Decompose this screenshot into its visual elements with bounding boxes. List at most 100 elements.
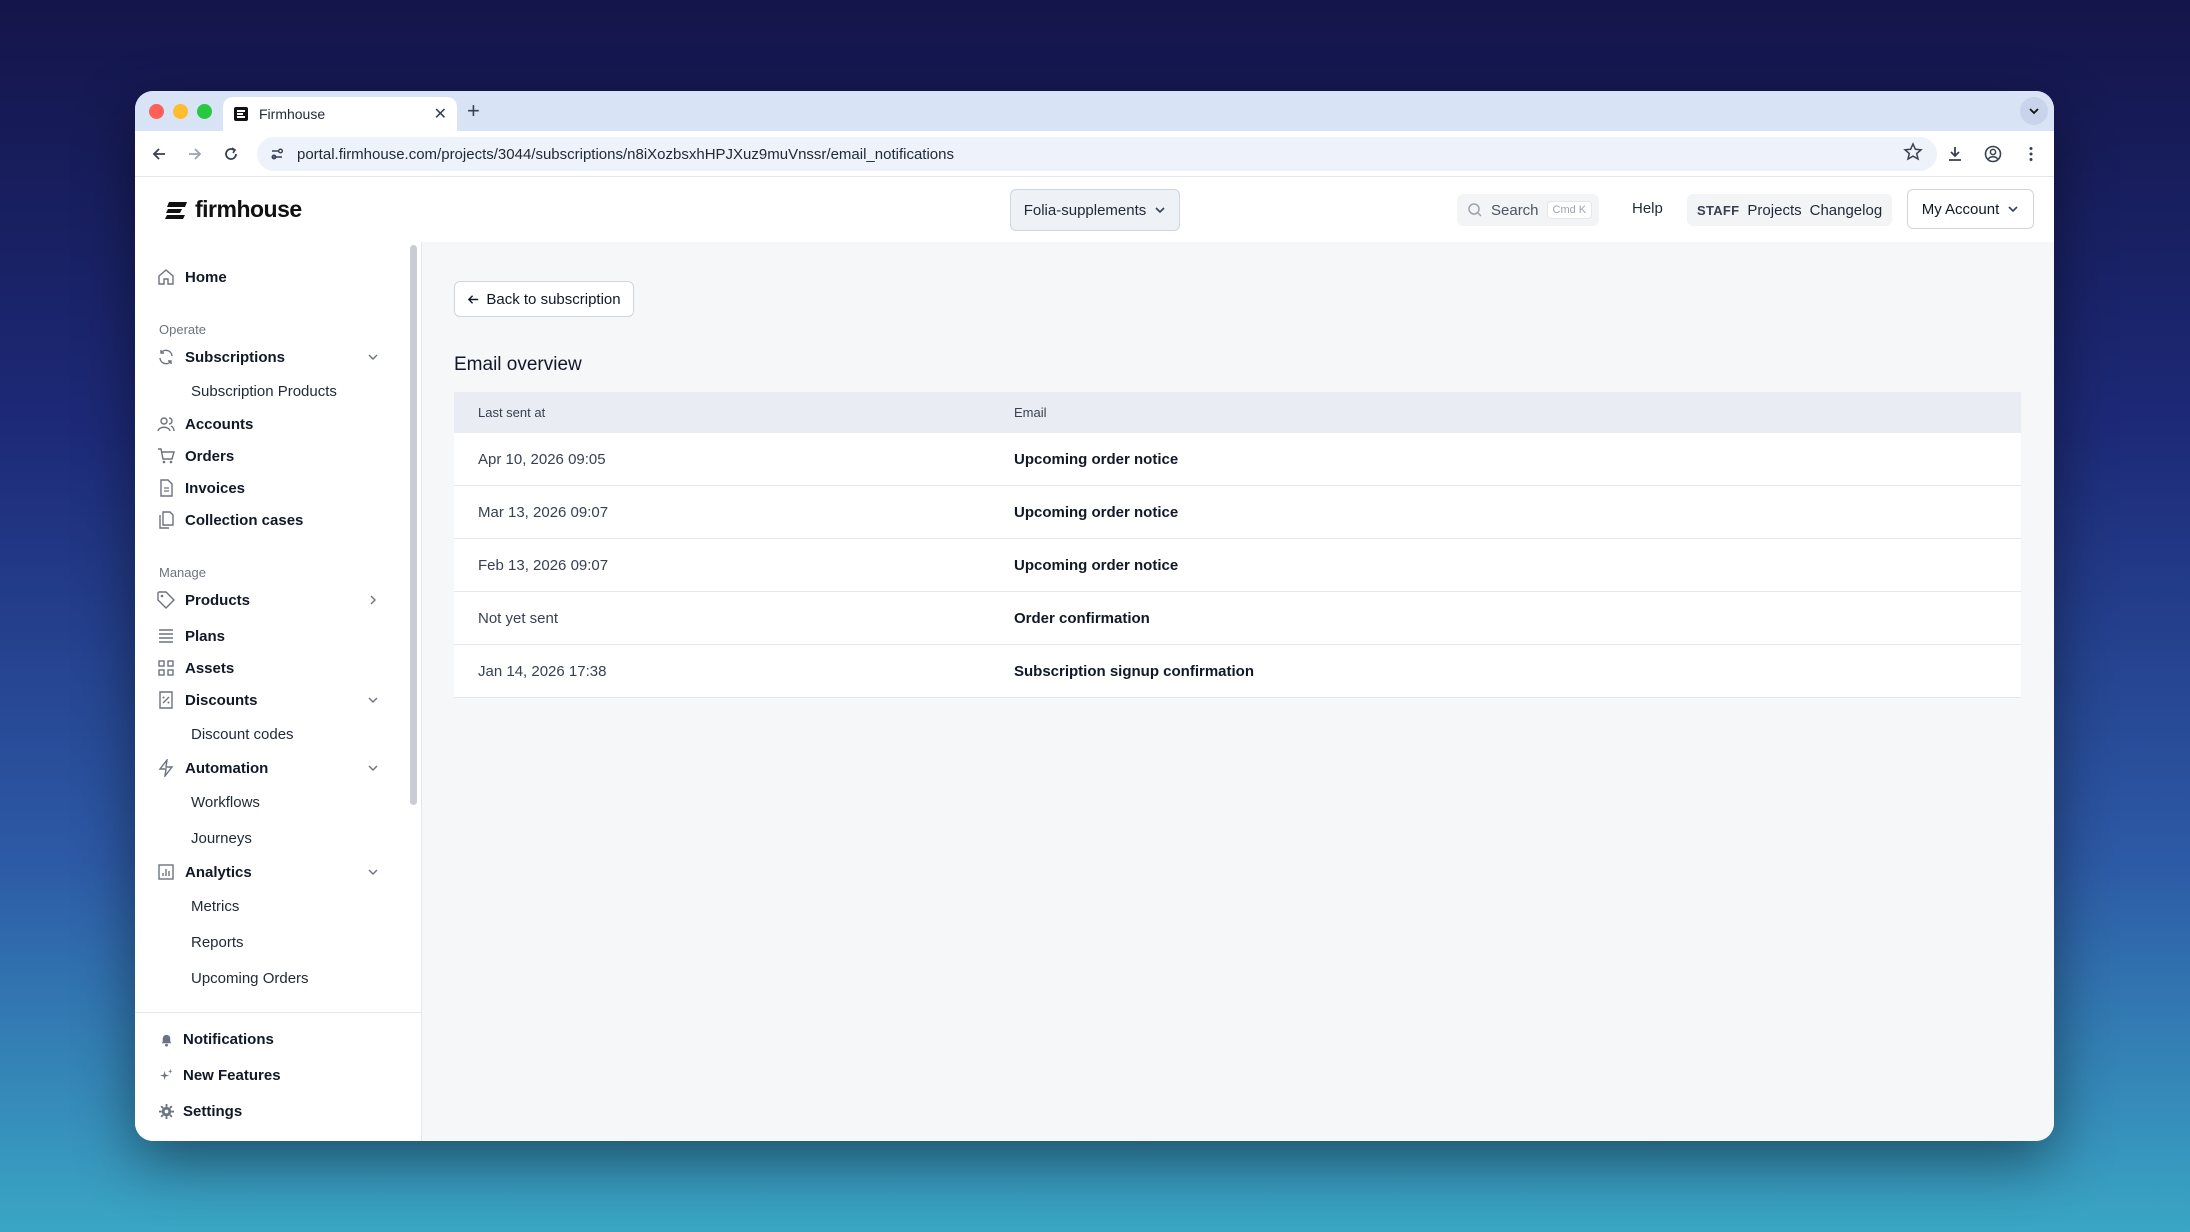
profile-icon[interactable] bbox=[1978, 139, 2008, 169]
cell-email: Upcoming order notice bbox=[1014, 450, 1179, 468]
sidebar-item-label: Home bbox=[185, 268, 227, 286]
bookmark-star-icon[interactable] bbox=[1903, 142, 1923, 167]
bolt-icon bbox=[158, 759, 174, 777]
table-row[interactable]: Not yet sent Order confirmation bbox=[454, 592, 2021, 645]
forward-nav-button[interactable] bbox=[177, 145, 213, 163]
project-selector[interactable]: Folia-supplements bbox=[1010, 189, 1180, 231]
browser-tab[interactable]: Firmhouse ✕ bbox=[223, 97, 457, 131]
list-icon bbox=[159, 629, 173, 643]
staff-tag: STAFF bbox=[1697, 202, 1740, 218]
chevron-down-icon bbox=[1155, 207, 1165, 214]
sidebar-item-label: Accounts bbox=[185, 415, 254, 433]
sidebar-item-subscriptions[interactable]: Subscriptions bbox=[157, 344, 285, 370]
sidebar-item-journeys[interactable]: Journeys bbox=[191, 830, 252, 847]
sidebar-item-invoices[interactable]: Invoices bbox=[157, 475, 245, 501]
sidebar-item-label: Automation bbox=[185, 759, 269, 777]
window-controls bbox=[149, 103, 212, 119]
search-shortcut: Cmd K bbox=[1546, 201, 1593, 219]
document-icon bbox=[160, 479, 173, 497]
maximize-window-button[interactable] bbox=[197, 103, 212, 119]
sidebar-item-label: Invoices bbox=[185, 479, 246, 497]
chevron-down-icon[interactable] bbox=[367, 694, 379, 706]
sidebar-scrollbar[interactable] bbox=[410, 245, 417, 805]
sidebar-item-automation[interactable]: Automation bbox=[157, 755, 268, 781]
search-button[interactable]: Search Cmd K bbox=[1457, 194, 1599, 226]
table-row[interactable]: Jan 14, 2026 17:38 Subscription signup c… bbox=[454, 645, 2021, 698]
sparkles-icon bbox=[159, 1068, 173, 1081]
chevron-down-icon[interactable] bbox=[367, 866, 379, 878]
sidebar-item-assets[interactable]: Assets bbox=[157, 655, 234, 681]
sidebar-item-discounts[interactable]: Discounts bbox=[157, 687, 258, 713]
back-nav-button[interactable] bbox=[141, 145, 177, 163]
sidebar-item-notifications[interactable]: Notifications bbox=[159, 1031, 274, 1048]
changelog-link[interactable]: Changelog bbox=[1810, 202, 1883, 219]
sidebar-item-label: Assets bbox=[185, 659, 235, 677]
sidebar-item-plans[interactable]: Plans bbox=[157, 623, 225, 649]
chevron-right-icon[interactable] bbox=[367, 594, 379, 606]
chevron-down-icon[interactable] bbox=[367, 762, 379, 774]
users-icon bbox=[157, 417, 175, 432]
reload-button[interactable] bbox=[213, 145, 249, 163]
cell-last-sent: Not yet sent bbox=[478, 609, 559, 627]
sidebar: Home Operate Subscriptions Subscription … bbox=[135, 242, 422, 1141]
cell-last-sent: Jan 14, 2026 17:38 bbox=[478, 662, 607, 680]
app-header: firmhouse Folia-supplements Search Cmd K… bbox=[135, 178, 2054, 242]
reload-icon bbox=[225, 146, 237, 160]
home-icon bbox=[158, 269, 174, 285]
sidebar-item-label: Discounts bbox=[185, 691, 258, 709]
url-text: portal.firmhouse.com/projects/3044/subsc… bbox=[297, 145, 954, 163]
cart-icon bbox=[158, 448, 175, 464]
sidebar-item-new-features[interactable]: New Features bbox=[159, 1067, 281, 1084]
bell-icon bbox=[161, 1034, 172, 1047]
my-account-button[interactable]: My Account bbox=[1907, 189, 2034, 229]
table-row[interactable]: Feb 13, 2026 09:07 Upcoming order notice bbox=[454, 539, 2021, 592]
sidebar-item-analytics[interactable]: Analytics bbox=[157, 859, 252, 885]
new-tab-button[interactable]: + bbox=[467, 98, 480, 124]
sidebar-item-label: Notifications bbox=[183, 1031, 274, 1048]
sidebar-item-label: Products bbox=[185, 591, 251, 609]
sidebar-item-subscription-products[interactable]: Subscription Products bbox=[191, 383, 337, 400]
page-title: Email overview bbox=[454, 354, 582, 375]
staff-links: STAFF Projects Changelog bbox=[1687, 194, 1893, 226]
close-tab-icon[interactable]: ✕ bbox=[434, 104, 447, 124]
grid-icon bbox=[158, 660, 174, 676]
arrow-right-icon bbox=[189, 147, 202, 160]
firmhouse-logo[interactable]: firmhouse bbox=[165, 196, 302, 223]
sidebar-item-reports[interactable]: Reports bbox=[191, 934, 244, 951]
browser-menu-icon[interactable] bbox=[2016, 139, 2046, 169]
downloads-icon[interactable] bbox=[1940, 139, 1970, 169]
browser-window: Firmhouse ✕ + portal.firmhouse.com/proje… bbox=[135, 91, 2054, 1141]
back-to-subscription-button[interactable]: Back to subscription bbox=[454, 281, 634, 317]
sidebar-item-products[interactable]: Products bbox=[157, 587, 250, 613]
firmhouse-favicon-icon bbox=[234, 107, 248, 121]
cell-email: Upcoming order notice bbox=[1014, 556, 1179, 574]
sidebar-item-orders[interactable]: Orders bbox=[157, 443, 234, 469]
main-content: Back to subscription Email overview Last… bbox=[422, 242, 2054, 1141]
sidebar-item-upcoming-orders[interactable]: Upcoming Orders bbox=[191, 970, 309, 987]
table-row[interactable]: Apr 10, 2026 09:05 Upcoming order notice bbox=[454, 433, 2021, 486]
projects-link[interactable]: Projects bbox=[1747, 202, 1801, 219]
sidebar-item-home[interactable]: Home bbox=[157, 264, 227, 290]
my-account-label: My Account bbox=[1921, 200, 2000, 218]
sidebar-item-metrics[interactable]: Metrics bbox=[191, 898, 239, 915]
address-bar: portal.firmhouse.com/projects/3044/subsc… bbox=[135, 131, 2054, 177]
sidebar-item-label: Orders bbox=[185, 447, 235, 465]
sidebar-item-discount-codes[interactable]: Discount codes bbox=[191, 726, 294, 743]
sidebar-item-settings[interactable]: Settings bbox=[159, 1103, 242, 1120]
close-window-button[interactable] bbox=[149, 103, 164, 119]
minimize-window-button[interactable] bbox=[173, 103, 188, 119]
tab-search-button[interactable] bbox=[2020, 97, 2048, 125]
table-row[interactable]: Mar 13, 2026 09:07 Upcoming order notice bbox=[454, 486, 2021, 539]
help-link[interactable]: Help bbox=[1632, 200, 1663, 217]
chevron-down-icon[interactable] bbox=[367, 351, 379, 363]
tag-icon bbox=[157, 591, 175, 609]
url-field[interactable]: portal.firmhouse.com/projects/3044/subsc… bbox=[257, 137, 1937, 171]
arrow-left-icon bbox=[468, 294, 479, 304]
sidebar-item-collection-cases[interactable]: Collection cases bbox=[157, 507, 303, 533]
chevron-down-icon bbox=[2008, 206, 2018, 213]
sidebar-item-label: Subscriptions bbox=[185, 348, 286, 366]
sidebar-item-workflows[interactable]: Workflows bbox=[191, 794, 260, 811]
search-label: Search bbox=[1491, 201, 1539, 219]
sidebar-item-accounts[interactable]: Accounts bbox=[157, 411, 253, 437]
back-button-label: Back to subscription bbox=[486, 290, 621, 308]
